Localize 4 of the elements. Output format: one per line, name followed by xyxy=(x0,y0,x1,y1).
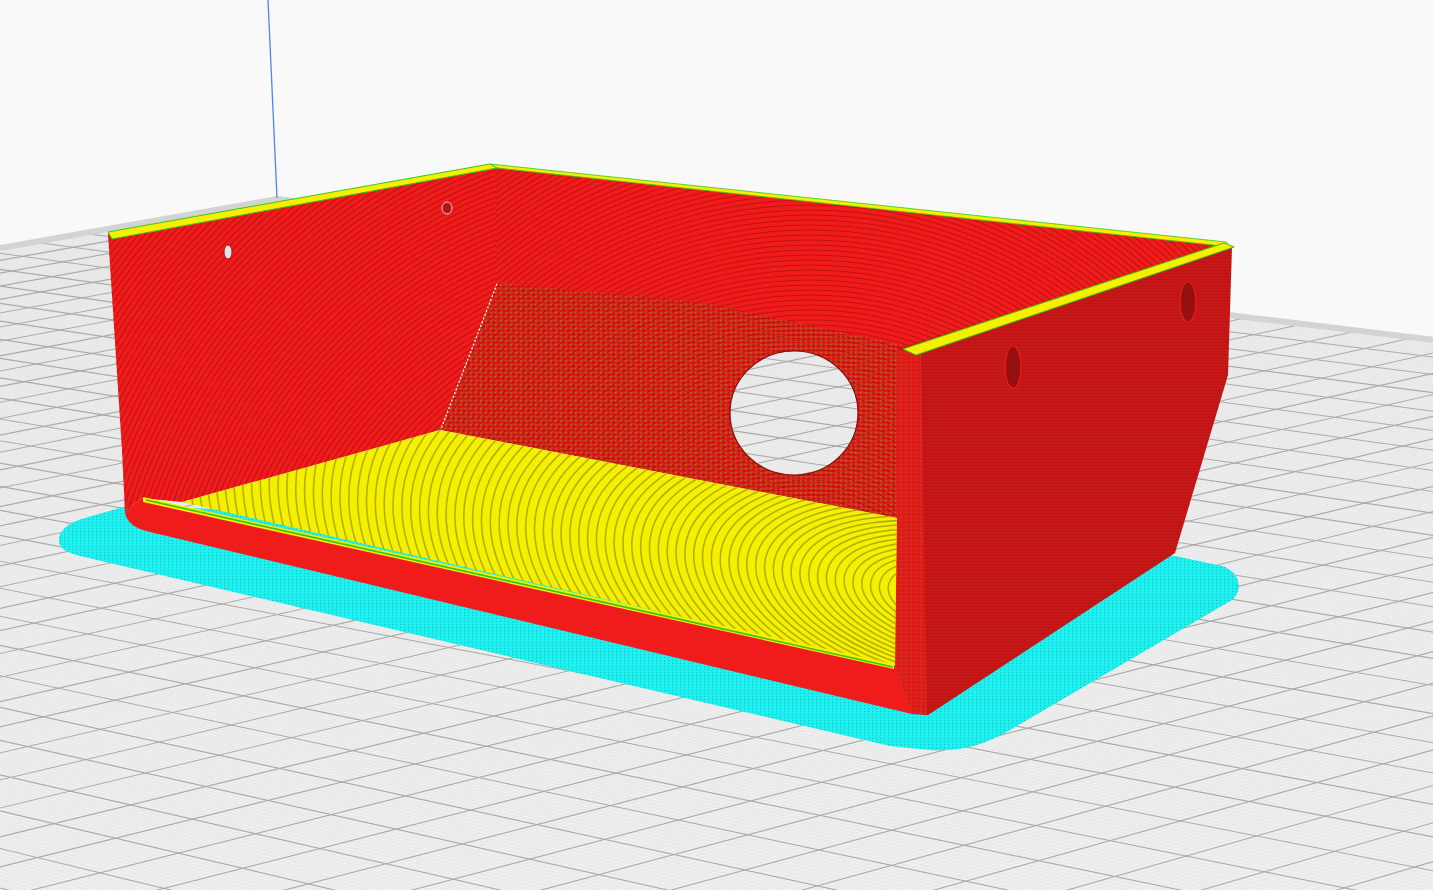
screw-hole xyxy=(441,201,453,215)
screw-hole xyxy=(1179,281,1197,323)
screw-hole xyxy=(223,244,233,260)
screw-hole xyxy=(1004,345,1022,389)
